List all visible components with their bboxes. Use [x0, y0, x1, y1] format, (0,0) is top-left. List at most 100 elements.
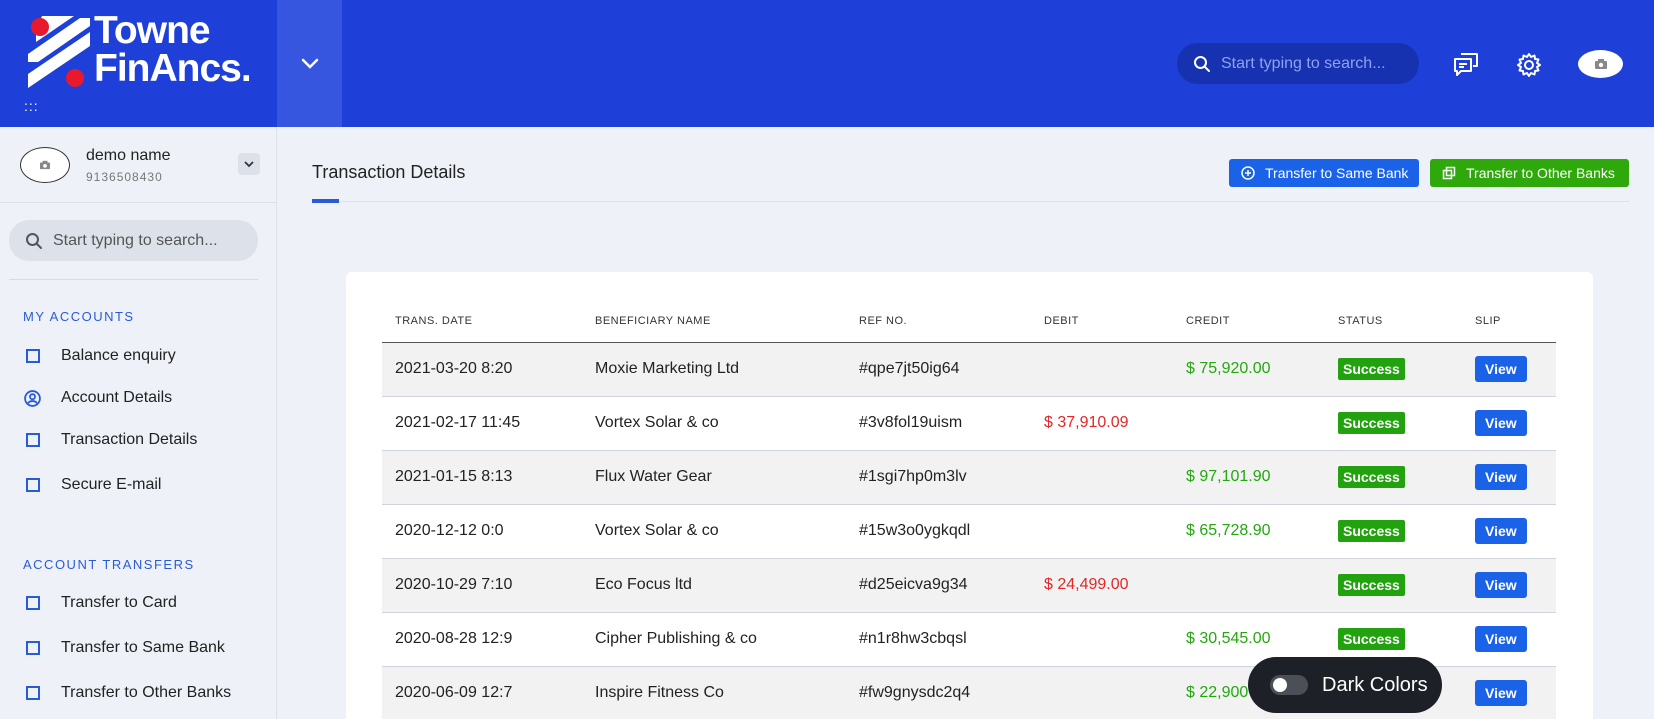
- user-avatar[interactable]: [1578, 50, 1623, 78]
- table-row: 2021-03-20 8:20 Moxie Marketing Ltd #qpe…: [382, 342, 1556, 397]
- cell-credit: [1173, 396, 1325, 451]
- dark-colors-label: Dark Colors: [1322, 673, 1428, 696]
- divider: [9, 279, 258, 280]
- transfer-other-banks-button[interactable]: Transfer to Other Banks: [1430, 159, 1629, 187]
- sidebar-item-label: Transfer to Other Banks: [61, 684, 232, 701]
- sidebar-item-transaction-details[interactable]: Transaction Details: [24, 431, 197, 449]
- cell-debit: [1031, 504, 1173, 559]
- cell-slip: View: [1462, 558, 1556, 613]
- square-icon: [24, 595, 41, 612]
- brand-name: Towne FinAncs.: [94, 11, 252, 90]
- cell-status: Success: [1325, 396, 1462, 451]
- cell-status: Success: [1325, 450, 1462, 505]
- cell-date: 2021-03-20 8:20: [382, 342, 582, 397]
- nav-toggle-button[interactable]: [277, 0, 342, 127]
- cell-date: 2020-08-28 12:9: [382, 612, 582, 667]
- sidebar-item-transfer-to-card[interactable]: Transfer to Card: [24, 594, 177, 612]
- dark-colors-toggle[interactable]: Dark Colors: [1248, 657, 1442, 713]
- sidebar-item-secure-email[interactable]: Secure E-mail: [24, 476, 161, 494]
- cell-ref: #1sgi7hp0m3lv: [846, 450, 1031, 505]
- cell-beneficiary: Moxie Marketing Ltd: [582, 342, 846, 397]
- section-account-transfers: ACCOUNT TRANSFERS: [23, 557, 195, 572]
- page-title: Transaction Details: [312, 162, 466, 182]
- logo-icon: [28, 16, 90, 88]
- column-header: REF NO.: [846, 300, 1031, 343]
- profile-card: demo name 9136508430: [20, 147, 260, 187]
- button-label: Transfer to Other Banks: [1466, 165, 1615, 181]
- cell-beneficiary: Cipher Publishing & co: [582, 612, 846, 667]
- view-slip-button[interactable]: View: [1475, 518, 1527, 544]
- column-header: DEBIT: [1031, 300, 1173, 343]
- cell-ref: #qpe7jt50ig64: [846, 342, 1031, 397]
- cell-credit: $ 75,920.00: [1173, 342, 1325, 397]
- status-badge: Success: [1338, 358, 1405, 380]
- cell-status: Success: [1325, 504, 1462, 559]
- sidebar-item-label: Transfer to Card: [61, 594, 177, 611]
- header-search[interactable]: [1177, 43, 1419, 84]
- column-header: BENEFICIARY NAME: [582, 300, 846, 343]
- gear-icon[interactable]: [1514, 50, 1544, 80]
- cell-ref: #d25eicva9g34: [846, 558, 1031, 613]
- camera-icon: [1594, 59, 1607, 69]
- cell-date: 2020-12-12 0:0: [382, 504, 582, 559]
- square-icon: [24, 640, 41, 657]
- button-label: Transfer to Same Bank: [1265, 165, 1409, 181]
- cell-status: Success: [1325, 558, 1462, 613]
- cell-date: 2020-10-29 7:10: [382, 558, 582, 613]
- avatar[interactable]: [20, 147, 70, 183]
- view-slip-button[interactable]: View: [1475, 464, 1527, 490]
- sidebar-item-account-details[interactable]: Account Details: [24, 389, 172, 407]
- cell-ref: #fw9gnysdc2q4: [846, 666, 1031, 719]
- cell-credit: $ 65,728.90: [1173, 504, 1325, 559]
- sidebar-item-balance-enquiry[interactable]: Balance enquiry: [24, 347, 176, 365]
- view-slip-button[interactable]: View: [1475, 572, 1527, 598]
- divider: [312, 201, 1629, 202]
- cell-beneficiary: Vortex Solar & co: [582, 504, 846, 559]
- transfer-same-bank-button[interactable]: Transfer to Same Bank: [1229, 159, 1419, 187]
- search-icon: [1194, 55, 1210, 72]
- plus-circle-icon: [1241, 166, 1255, 180]
- copy-icon: [1442, 166, 1456, 180]
- cell-slip: View: [1462, 504, 1556, 559]
- tab-indicator: [312, 199, 339, 203]
- view-slip-button[interactable]: View: [1475, 626, 1527, 652]
- cell-date: 2020-06-09 12:7: [382, 666, 582, 719]
- cell-debit: $ 24,499.00: [1031, 558, 1173, 613]
- cell-slip: View: [1462, 396, 1556, 451]
- square-icon: [24, 432, 41, 449]
- sidebar-item-transfer-same-bank[interactable]: Transfer to Same Bank: [24, 639, 225, 657]
- cell-credit: $ 97,101.90: [1173, 450, 1325, 505]
- square-icon: [24, 477, 41, 494]
- toggle-switch[interactable]: [1270, 675, 1308, 695]
- column-header: SLIP: [1462, 300, 1556, 343]
- chevron-down-icon: [301, 58, 318, 69]
- status-badge: Success: [1338, 412, 1405, 434]
- table-row: 2021-02-17 11:45 Vortex Solar & co #3v8f…: [382, 396, 1556, 451]
- divider: [0, 202, 276, 203]
- sidebar-search-input[interactable]: [53, 231, 253, 250]
- cell-slip: View: [1462, 450, 1556, 505]
- cell-beneficiary: Vortex Solar & co: [582, 396, 846, 451]
- cell-status: Success: [1325, 342, 1462, 397]
- view-slip-button[interactable]: View: [1475, 680, 1527, 706]
- view-slip-button[interactable]: View: [1475, 356, 1527, 382]
- chat-icon[interactable]: [1451, 50, 1481, 80]
- column-header: TRANS. DATE: [382, 300, 582, 343]
- cell-beneficiary: Flux Water Gear: [582, 450, 846, 505]
- cell-slip: View: [1462, 612, 1556, 667]
- status-badge: Success: [1338, 574, 1405, 596]
- profile-name: demo name: [86, 147, 171, 164]
- profile-menu-button[interactable]: [238, 153, 260, 175]
- brand-line-2: FinAncs.: [94, 47, 252, 90]
- chevron-down-icon: [244, 160, 254, 167]
- brand-logo[interactable]: Towne FinAncs. :::: [0, 0, 277, 127]
- sidebar-item-transfer-other-banks[interactable]: Transfer to Other Banks: [24, 684, 231, 702]
- apps-grip-icon[interactable]: :::: [24, 98, 39, 114]
- status-badge: Success: [1338, 628, 1405, 650]
- view-slip-button[interactable]: View: [1475, 410, 1527, 436]
- sidebar-search[interactable]: [9, 220, 258, 261]
- sidebar-item-label: Balance enquiry: [61, 347, 176, 364]
- header-search-input[interactable]: [1221, 54, 1401, 73]
- cell-date: 2021-02-17 11:45: [382, 396, 582, 451]
- cell-beneficiary: Inspire Fitness Co: [582, 666, 846, 719]
